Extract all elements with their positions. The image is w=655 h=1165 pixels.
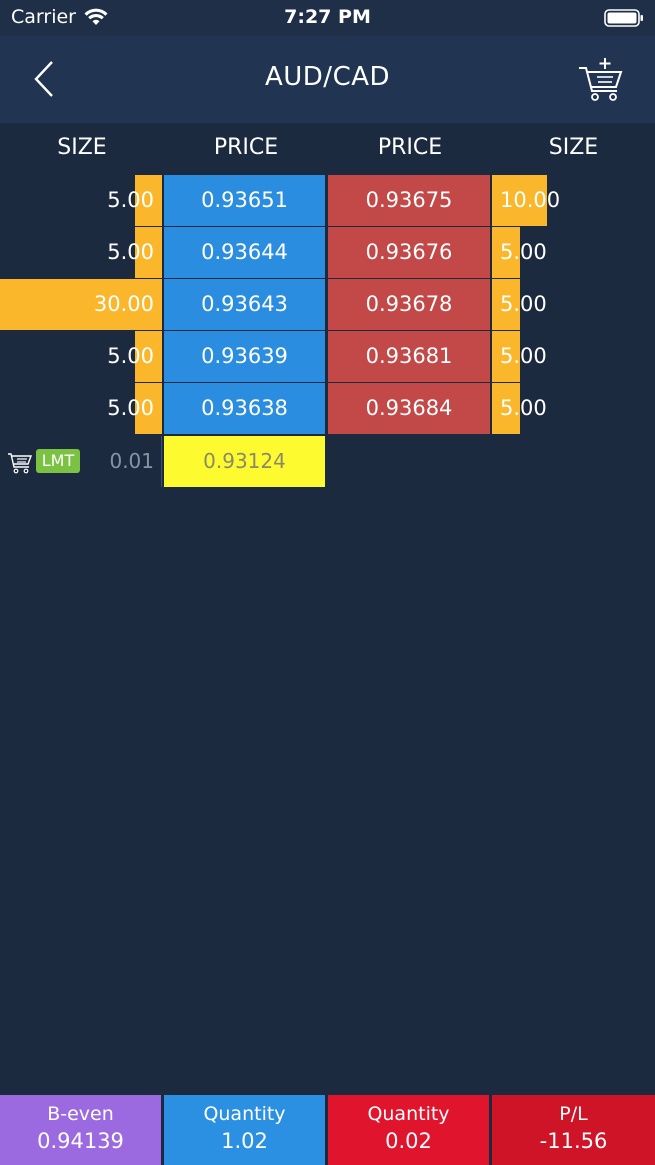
book-row: 5.00 0.93644 0.93676 5.00 [0, 227, 655, 278]
book-row: 5.00 0.93638 0.93684 5.00 [0, 383, 655, 434]
book-row: 5.00 0.93639 0.93681 5.00 [0, 331, 655, 382]
cart-icon [8, 453, 33, 474]
add-to-cart-icon[interactable] [577, 56, 627, 104]
buy-quantity-label: Quantity [203, 1103, 286, 1125]
ask-price-cell[interactable]: 0.93676 [328, 227, 490, 278]
limit-order-row[interactable]: LMT 0.01 0.93124 [0, 436, 655, 487]
book-row: 30.00 0.93643 0.93678 5.00 [0, 279, 655, 330]
ask-price-cell[interactable]: 0.93678 [328, 279, 490, 330]
bid-price-cell[interactable]: 0.93643 [164, 279, 325, 330]
bid-size: 5.00 [107, 188, 154, 212]
profit-loss-label: P/L [559, 1103, 588, 1125]
ask-price-cell[interactable]: 0.93681 [328, 331, 490, 382]
ask-size-header: SIZE [548, 135, 599, 160]
bid-price-cell[interactable]: 0.93639 [164, 331, 325, 382]
divider [161, 436, 162, 487]
bid-size-header: SIZE [57, 135, 107, 160]
nav-bar: AUD/CAD [0, 36, 655, 123]
bid-price-cell[interactable]: 0.93651 [164, 175, 325, 226]
sell-quantity-value: 0.02 [385, 1129, 432, 1153]
order-type-badge: LMT [36, 449, 80, 473]
book-row: 5.00 0.93651 0.93675 10.00 [0, 175, 655, 226]
bid-size: 5.00 [107, 344, 154, 368]
sell-quantity-label: Quantity [367, 1103, 450, 1125]
ask-size: 5.00 [500, 240, 547, 264]
break-even-cell: B-even 0.94139 [0, 1095, 161, 1165]
ask-size: 5.00 [500, 344, 547, 368]
status-bar: Carrier 7:27 PM [0, 0, 655, 36]
ask-price-cell[interactable]: 0.93675 [328, 175, 490, 226]
buy-quantity-value: 1.02 [221, 1129, 268, 1153]
order-size: 0.01 [109, 449, 154, 473]
profit-loss-cell: P/L -11.56 [492, 1095, 655, 1165]
sell-quantity-cell[interactable]: Quantity 0.02 [328, 1095, 489, 1165]
ask-price-header: PRICE [377, 135, 443, 160]
status-time: 7:27 PM [284, 6, 371, 28]
book-column-headers: SIZE PRICE PRICE SIZE [0, 123, 655, 173]
page-title: AUD/CAD [264, 62, 391, 92]
ask-size: 10.00 [500, 188, 561, 212]
bid-size: 5.00 [107, 396, 154, 420]
bid-price-header: PRICE [213, 135, 279, 160]
bid-size: 5.00 [107, 240, 154, 264]
break-even-value: 0.94139 [37, 1129, 124, 1153]
battery-icon [604, 9, 643, 27]
bid-size: 30.00 [93, 292, 154, 316]
limit-order-price[interactable]: 0.93124 [164, 436, 325, 487]
ask-price-cell[interactable]: 0.93684 [328, 383, 490, 434]
position-summary-bar: B-even 0.94139 Quantity 1.02 Quantity 0.… [0, 1095, 655, 1165]
profit-loss-value: -11.56 [539, 1129, 608, 1153]
ask-size: 5.00 [500, 396, 547, 420]
ask-size: 5.00 [500, 292, 547, 316]
bid-price-cell[interactable]: 0.93644 [164, 227, 325, 278]
break-even-label: B-even [47, 1103, 114, 1125]
buy-quantity-cell[interactable]: Quantity 1.02 [164, 1095, 325, 1165]
bid-price-cell[interactable]: 0.93638 [164, 383, 325, 434]
